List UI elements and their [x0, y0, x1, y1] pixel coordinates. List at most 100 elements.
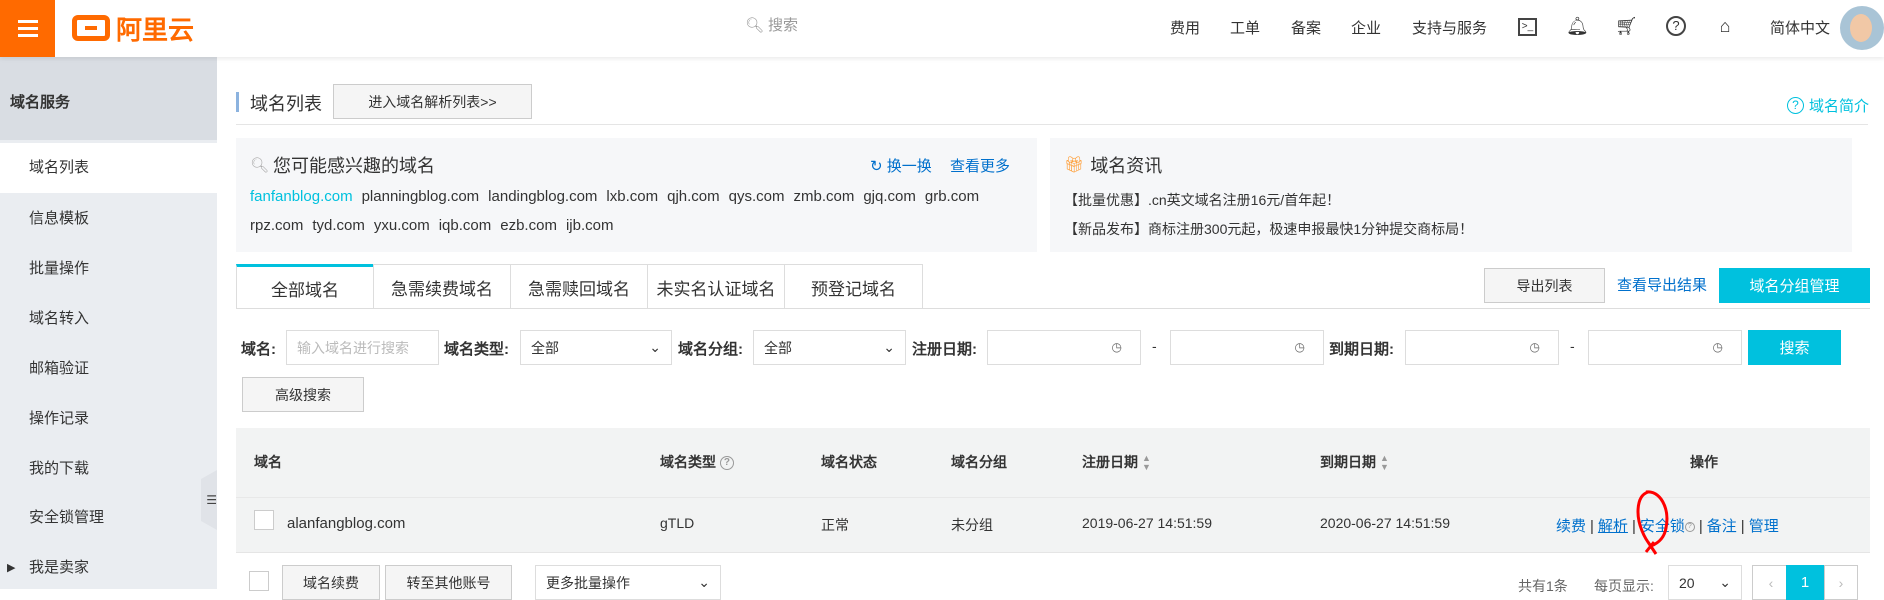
suggested-domain[interactable]: qjh.com	[667, 188, 720, 205]
terminal-icon[interactable]: >_	[1518, 18, 1537, 36]
nav-icp[interactable]: 备案	[1291, 17, 1321, 38]
sidebar-item-email-verify[interactable]: 邮箱验证	[0, 344, 217, 394]
aliyun-logo[interactable]: 阿里云	[72, 12, 194, 45]
domain-search-input[interactable]: 输入域名进行搜索	[286, 330, 439, 365]
view-export-link[interactable]: 查看导出结果	[1617, 274, 1707, 295]
transfer-account-button[interactable]: 转至其他账号	[385, 565, 512, 600]
sidebar-item-templates[interactable]: 信息模板	[0, 194, 217, 244]
col-exp-date[interactable]: 到期日期 ▲ ▼	[1320, 452, 1389, 472]
user-avatar[interactable]	[1840, 6, 1884, 50]
domain-intro-label: 域名简介	[1809, 98, 1870, 115]
renew-action[interactable]: 续费	[1556, 518, 1586, 535]
table-header	[236, 428, 1870, 497]
suggested-domain[interactable]: qys.com	[729, 188, 785, 205]
domain-link[interactable]: alanfangblog.com	[287, 515, 405, 532]
suggested-domain[interactable]: zmb.com	[794, 188, 855, 205]
sidebar-item-transfer-in[interactable]: 域名转入	[0, 294, 217, 344]
search-button[interactable]: 搜索	[1748, 330, 1841, 365]
domain-filter-label: 域名:	[241, 341, 276, 358]
sidebar-item-security-lock[interactable]: 安全锁管理	[0, 493, 217, 543]
sidebar-item-logs[interactable]: 操作记录	[0, 394, 217, 444]
suggested-domain[interactable]: lxb.com	[606, 188, 658, 205]
group-select[interactable]: 全部 ⌄	[753, 330, 906, 365]
select-all-checkbox[interactable]	[249, 571, 269, 591]
tab-redeem-urgent[interactable]: 急需赎回域名	[510, 264, 648, 309]
chevron-down-icon: ⌄	[649, 339, 661, 355]
suggested-domain[interactable]: yxu.com	[374, 217, 430, 234]
note-action[interactable]: 备注	[1707, 518, 1737, 535]
prev-page-button[interactable]: ‹	[1752, 565, 1790, 600]
news-item[interactable]: 【新品发布】商标注册300元起，极速申报最快1分钟提交商标局！	[1064, 215, 1473, 244]
nav-tickets[interactable]: 工单	[1230, 17, 1260, 38]
nav-enterprise[interactable]: 企业	[1351, 17, 1381, 38]
total-count: 共有1条	[1518, 578, 1568, 594]
suggested-domain[interactable]: rpz.com	[250, 217, 303, 234]
tab-preregistered[interactable]: 预登记域名	[784, 264, 923, 309]
nav-fees[interactable]: 费用	[1170, 17, 1200, 38]
col-reg-date[interactable]: 注册日期 ▲ ▼	[1082, 452, 1151, 472]
sidebar-item-downloads[interactable]: 我的下载	[0, 444, 217, 494]
help-icon[interactable]: ?	[1666, 16, 1686, 36]
suggested-domain[interactable]: tyd.com	[312, 217, 365, 234]
suggested-domain[interactable]: ezb.com	[500, 217, 557, 234]
nav-support[interactable]: 支持与服务	[1412, 17, 1487, 38]
news-item[interactable]: 【批量优惠】.cn英文域名注册16元/首年起！	[1064, 186, 1473, 215]
exp-date-end[interactable]: ◷	[1588, 330, 1742, 365]
menu-button[interactable]	[0, 0, 55, 57]
suggested-domain[interactable]: grb.com	[925, 188, 979, 205]
search-placeholder: 搜索	[768, 17, 799, 34]
cart-icon[interactable]: 🛒︎	[1615, 14, 1638, 38]
export-list-button[interactable]: 导出列表	[1484, 268, 1605, 303]
dns-resolve-action[interactable]: 解析	[1598, 518, 1628, 535]
exp-date: 2020-06-27 14:51:59	[1320, 515, 1450, 531]
suggest-card: 🔍︎ 您可能感兴趣的域名 ↻ 换一换 查看更多 fanfanblog.com pla…	[236, 138, 1037, 252]
dns-list-button[interactable]: 进入域名解析列表>>	[333, 84, 532, 119]
type-select[interactable]: 全部 ⌄	[520, 330, 672, 365]
suggested-domain[interactable]: ijb.com	[566, 217, 614, 234]
per-page-select[interactable]: 20 ⌄	[1668, 565, 1742, 600]
global-search[interactable]: 🔍︎ 搜索	[745, 14, 798, 35]
language-switch[interactable]: 简体中文	[1770, 17, 1830, 38]
tab-all-domains[interactable]: 全部域名	[236, 264, 374, 309]
sidebar-item-domain-list[interactable]: 域名列表	[0, 143, 217, 193]
reg-date-end[interactable]: ◷	[1170, 330, 1324, 365]
advanced-search-button[interactable]: 高级搜索	[242, 377, 364, 412]
group-manage-button[interactable]: 域名分组管理	[1719, 268, 1870, 303]
refresh-link[interactable]: ↻ 换一换	[870, 155, 932, 176]
suggested-domain[interactable]: gjq.com	[863, 188, 916, 205]
bulk-renew-button[interactable]: 域名续费	[282, 565, 380, 600]
bell-icon[interactable]: 🔔︎	[1566, 14, 1589, 38]
refresh-label: 换一换	[886, 158, 932, 175]
help-icon[interactable]: ?	[1684, 522, 1695, 533]
home-icon[interactable]: ⌂	[1714, 14, 1736, 38]
suggested-domain[interactable]: iqb.com	[439, 217, 492, 234]
sidebar-collapse-handle[interactable]: ☰	[201, 470, 217, 530]
suggested-domain[interactable]: fanfanblog.com	[250, 188, 353, 205]
manage-action[interactable]: 管理	[1749, 518, 1779, 535]
col-reg-label: 注册日期	[1082, 454, 1138, 470]
more-bulk-ops-value: 更多批量操作	[546, 574, 630, 591]
sidebar-item-seller[interactable]: 我是卖家	[0, 543, 217, 593]
help-icon[interactable]: ?	[719, 456, 734, 471]
sidebar-item-batch[interactable]: 批量操作	[0, 244, 217, 294]
sort-icon[interactable]: ▲ ▼	[1142, 454, 1151, 472]
col-actions: 操作	[1690, 454, 1718, 470]
page-1-button[interactable]: 1	[1786, 565, 1824, 600]
exp-date-start[interactable]: ◷	[1405, 330, 1559, 365]
view-more-link[interactable]: 查看更多	[950, 155, 1010, 176]
sort-icon[interactable]: ▲ ▼	[1380, 454, 1389, 472]
tab-renew-urgent[interactable]: 急需续费域名	[373, 264, 511, 309]
next-page-button[interactable]: ›	[1824, 565, 1858, 600]
news-title: 域名资讯	[1090, 156, 1163, 176]
top-header: 阿里云 🔍︎ 搜索 费用 工单 备案 企业 支持与服务 >_ 🔔︎ 🛒︎ ? ⌂ …	[0, 0, 1884, 57]
reg-date-start[interactable]: ◷	[987, 330, 1141, 365]
suggested-domain[interactable]: planningblog.com	[362, 188, 480, 205]
suggested-domain[interactable]: landingblog.com	[488, 188, 597, 205]
col-exp-label: 到期日期	[1320, 454, 1376, 470]
row-checkbox[interactable]	[254, 510, 274, 530]
domain-intro-link[interactable]: ? 域名简介	[1787, 95, 1869, 116]
divider	[236, 124, 1868, 125]
tab-unverified[interactable]: 未实名认证域名	[647, 264, 785, 309]
more-bulk-ops-select[interactable]: 更多批量操作 ⌄	[535, 565, 721, 600]
caret-right-icon: ▶	[7, 562, 16, 574]
